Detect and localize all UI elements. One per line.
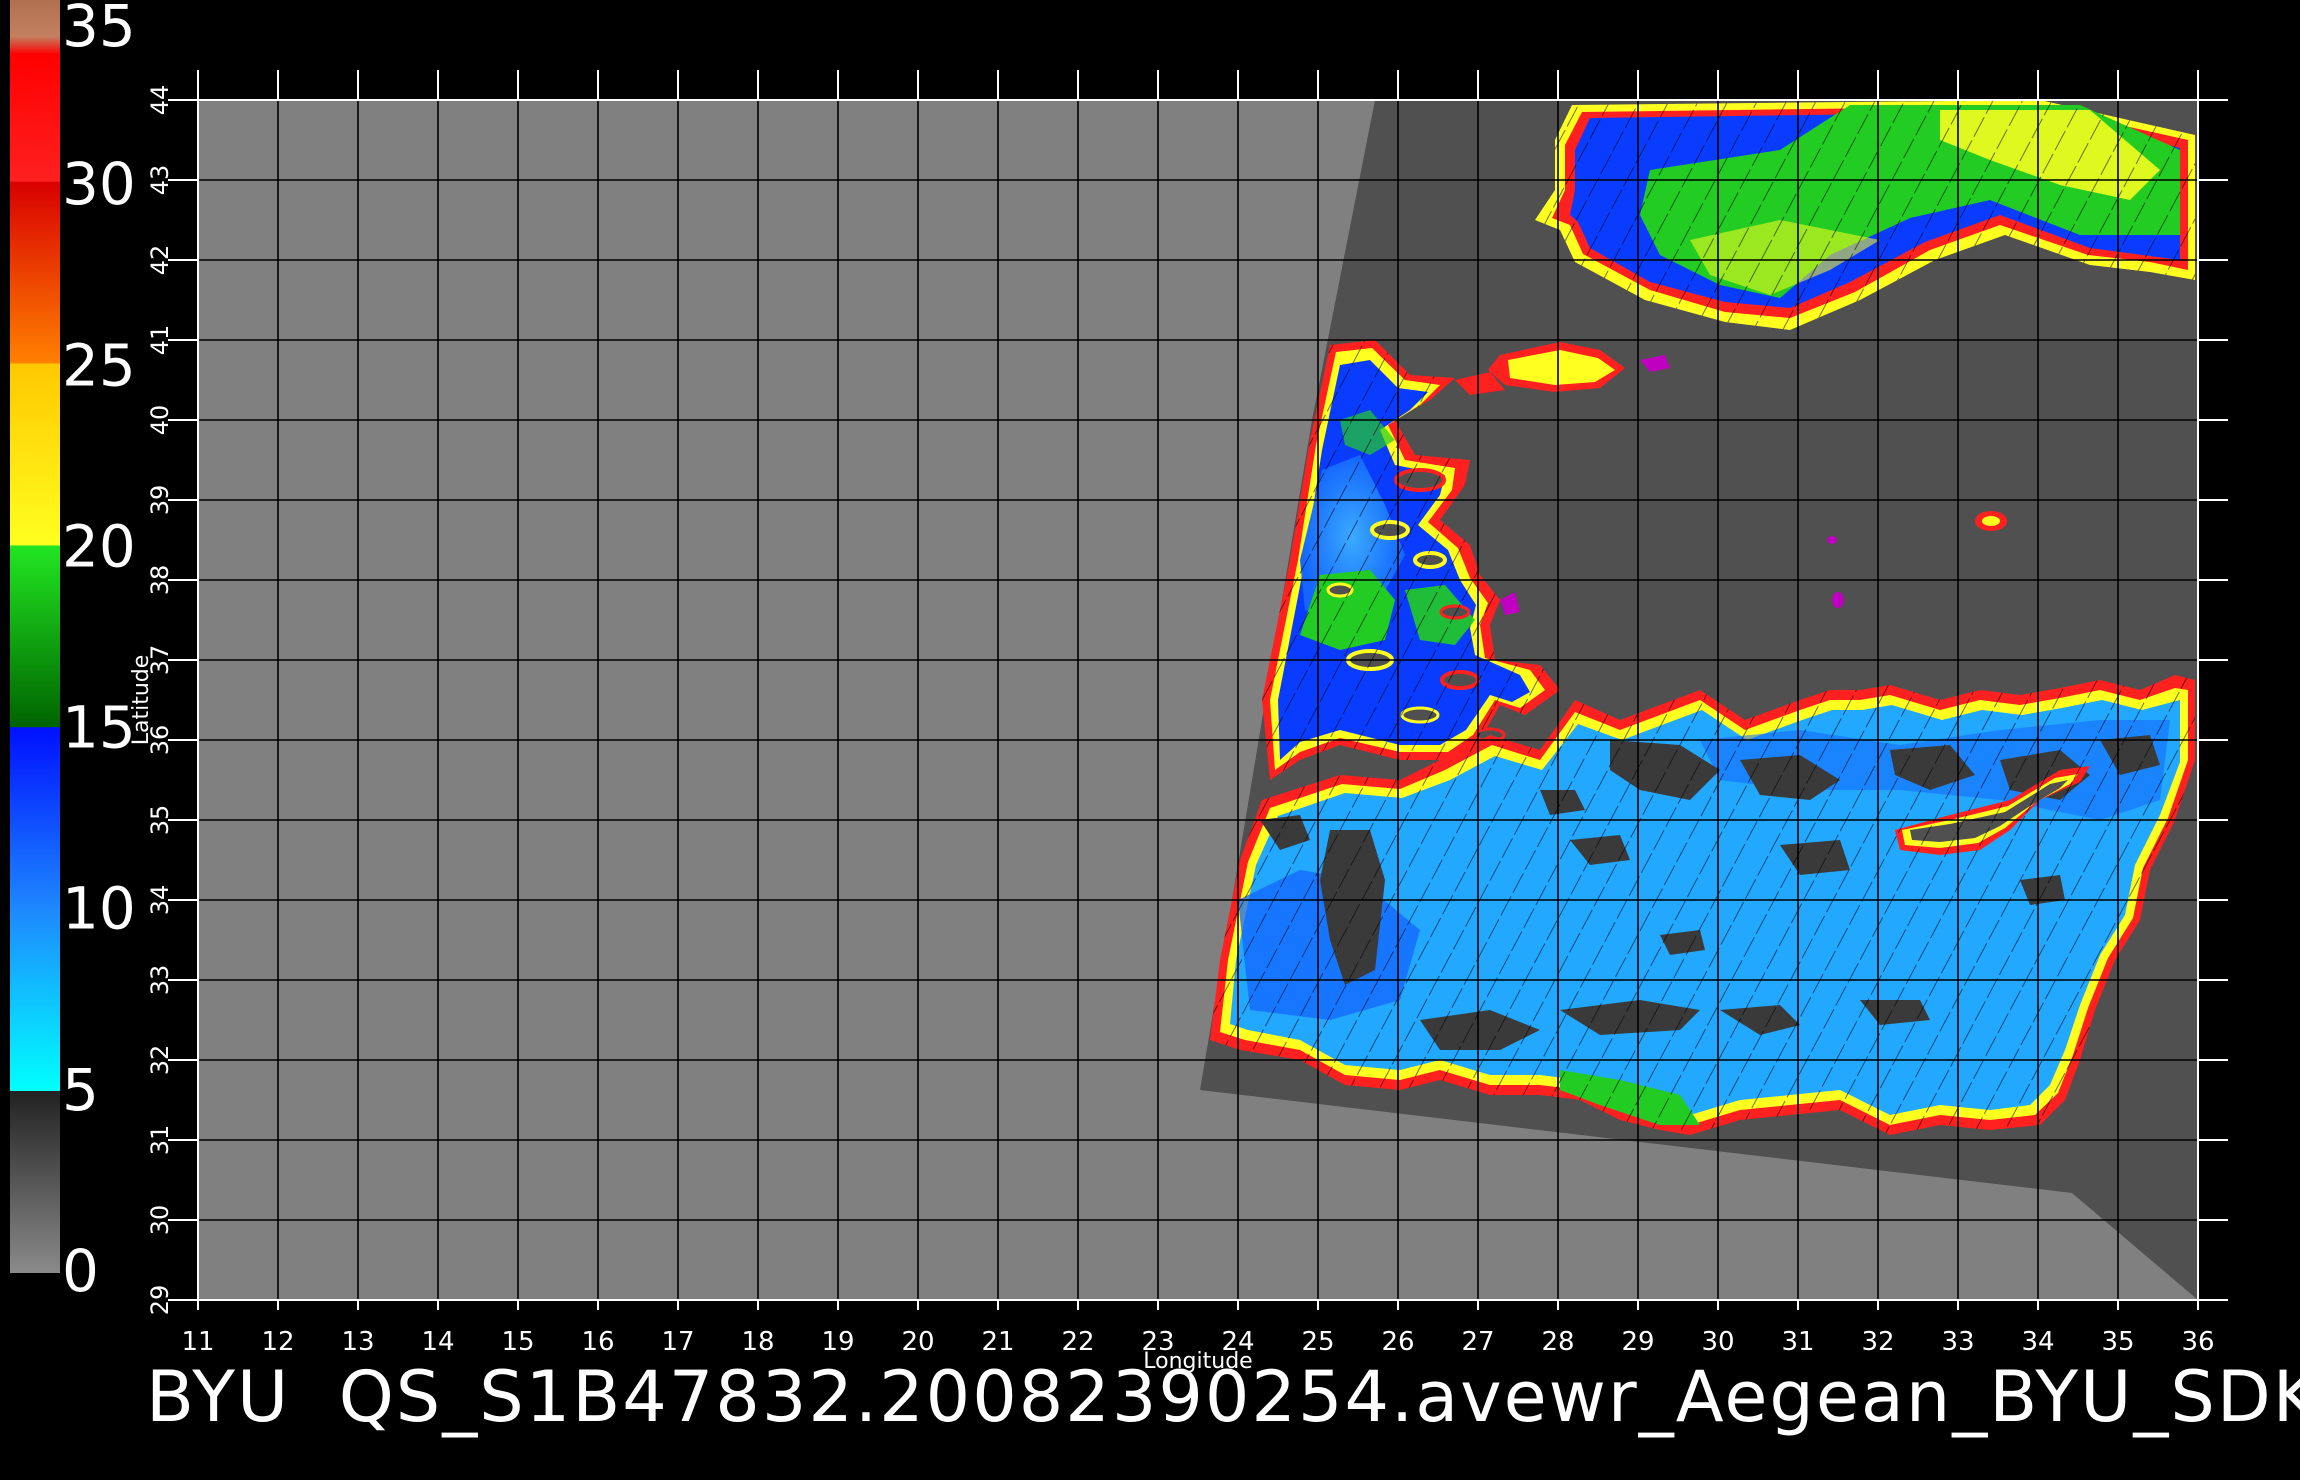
x-tick-label: 36 xyxy=(2181,1327,2214,1357)
x-tick-label: 12 xyxy=(261,1327,294,1357)
x-tick-label: 25 xyxy=(1301,1327,1334,1357)
x-tick-label: 16 xyxy=(581,1327,614,1357)
colorbar-tick-label: 15 xyxy=(62,694,136,762)
x-tick-label: 30 xyxy=(1701,1327,1734,1357)
y-tick-label: 35 xyxy=(146,805,174,836)
y-tick-label: 44 xyxy=(146,85,174,116)
y-tick-label: 29 xyxy=(146,1285,174,1316)
y-tick-label: 33 xyxy=(146,965,174,996)
y-tick-label: 32 xyxy=(146,1045,174,1076)
x-tick-label: 22 xyxy=(1061,1327,1094,1357)
x-tick-label: 33 xyxy=(1941,1327,1974,1357)
x-tick-label: 13 xyxy=(341,1327,374,1357)
colorbar-tick-label: 30 xyxy=(62,150,136,218)
y-axis-title: Latitude xyxy=(129,655,154,746)
x-tick-label: 28 xyxy=(1541,1327,1574,1357)
y-tick-label: 41 xyxy=(146,325,174,356)
x-tick-label: 11 xyxy=(181,1327,214,1357)
x-tick-label: 31 xyxy=(1781,1327,1814,1357)
x-tick-label: 18 xyxy=(741,1327,774,1357)
x-tick-label: 19 xyxy=(821,1327,854,1357)
colorbar-ramp xyxy=(10,0,60,1273)
wind-map: 0 5 10 15 20 25 30 35 11 12 13 14 15 16 17 18 1… xyxy=(10,0,2228,1374)
x-tick-label: 34 xyxy=(2021,1327,2054,1357)
y-tick-label: 39 xyxy=(146,485,174,516)
y-tick-label: 43 xyxy=(146,165,174,196)
colorbar-tick-label: 35 xyxy=(62,0,136,60)
colorbar-tick-label: 0 xyxy=(62,1237,99,1305)
y-tick-label: 38 xyxy=(146,565,174,596)
colorbar-tick-label: 5 xyxy=(62,1056,99,1124)
x-tick-label: 32 xyxy=(1861,1327,1894,1357)
x-tick-label: 35 xyxy=(2101,1327,2134,1357)
x-tick-label: 21 xyxy=(981,1327,1014,1357)
x-tick-label: 29 xyxy=(1621,1327,1654,1357)
x-tick-label: 20 xyxy=(901,1327,934,1357)
colorbar-tick-label: 10 xyxy=(62,875,136,943)
plot-area: 11 12 13 14 15 16 17 18 19 20 21 22 23 24 25 26 27 28 29 30… xyxy=(129,70,2228,1374)
x-tick-label: 26 xyxy=(1381,1327,1414,1357)
y-tick-label: 30 xyxy=(146,1205,174,1236)
x-tick-label: 15 xyxy=(501,1327,534,1357)
colorbar-tick-label: 20 xyxy=(62,512,136,580)
x-tick-label: 17 xyxy=(661,1327,694,1357)
y-tick-label: 34 xyxy=(146,885,174,916)
image-caption: BYU QS_S1B47832.20082390254.avewr_Aegean… xyxy=(146,1356,2300,1438)
y-tick-label: 31 xyxy=(146,1125,174,1156)
x-tick-label: 14 xyxy=(421,1327,454,1357)
colorbar-tick-label: 25 xyxy=(62,331,136,399)
y-tick-label: 42 xyxy=(146,245,174,276)
colorbar: 0 5 10 15 20 25 30 35 xyxy=(10,0,136,1305)
colorbar-tick-labels: 0 5 10 15 20 25 30 35 xyxy=(62,0,136,1305)
y-tick-label: 40 xyxy=(146,405,174,436)
x-tick-label: 27 xyxy=(1461,1327,1494,1357)
